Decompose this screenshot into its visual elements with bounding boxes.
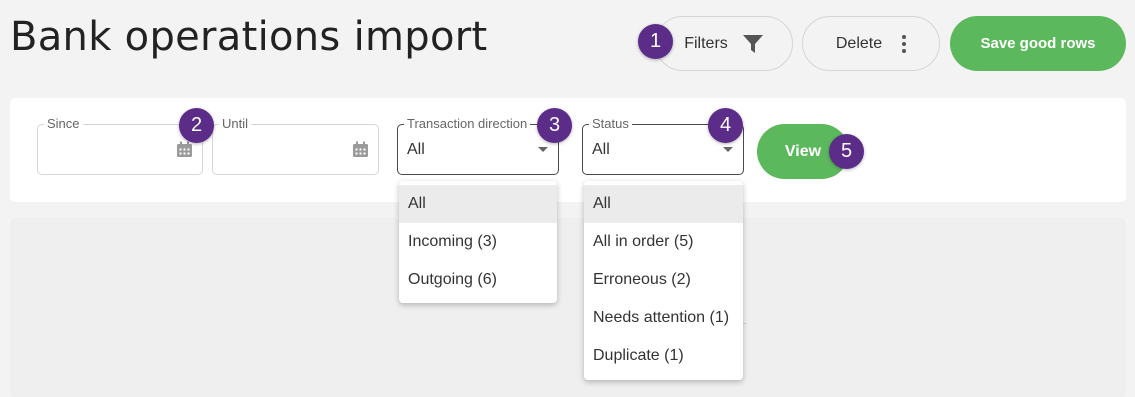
kebab-menu-icon xyxy=(902,34,907,53)
dropdown-caret-icon xyxy=(723,147,733,152)
transaction-direction-value: All xyxy=(407,141,425,158)
page: Bank operations import Filters Delete Sa… xyxy=(0,0,1135,397)
callout-marker-5: 5 xyxy=(829,134,864,169)
transaction-direction-select[interactable]: Transaction direction All xyxy=(397,116,559,175)
callout-marker-3: 3 xyxy=(537,108,572,143)
filters-button-label: Filters xyxy=(684,34,728,52)
direction-option-all[interactable]: All xyxy=(399,185,557,223)
status-option-all[interactable]: All xyxy=(584,185,743,223)
status-option-needs-attention[interactable]: Needs attention (1) xyxy=(584,299,743,337)
direction-option-incoming[interactable]: Incoming (3) xyxy=(399,223,557,261)
status-option-all-in-order[interactable]: All in order (5) xyxy=(584,223,743,261)
transaction-direction-label: Transaction direction xyxy=(404,116,531,132)
page-title: Bank operations import xyxy=(10,14,488,60)
callout-marker-1: 1 xyxy=(638,24,673,59)
calendar-icon[interactable] xyxy=(352,141,369,158)
filter-icon xyxy=(742,34,763,53)
status-option-duplicate[interactable]: Duplicate (1) xyxy=(584,337,743,375)
direction-option-outgoing[interactable]: Outgoing (6) xyxy=(399,261,557,299)
dropdown-caret-icon xyxy=(538,147,548,152)
since-label: Since xyxy=(44,116,83,132)
callout-marker-2: 2 xyxy=(179,108,214,143)
content-area xyxy=(10,218,1126,397)
status-option-erroneous[interactable]: Erroneous (2) xyxy=(584,261,743,299)
calendar-icon[interactable] xyxy=(176,141,193,158)
status-dropdown: All All in order (5) Erroneous (2) Needs… xyxy=(584,181,743,380)
transaction-direction-dropdown: All Incoming (3) Outgoing (6) xyxy=(399,181,557,303)
delete-button-label: Delete xyxy=(835,34,883,52)
filters-button[interactable]: Filters xyxy=(655,16,793,71)
status-value: All xyxy=(592,141,610,158)
save-good-rows-button[interactable]: Save good rows xyxy=(950,16,1126,71)
until-label: Until xyxy=(219,116,252,132)
since-date-field[interactable]: Since xyxy=(37,116,203,175)
callout-marker-4: 4 xyxy=(708,108,743,143)
delete-button[interactable]: Delete xyxy=(802,16,940,71)
until-date-field[interactable]: Until xyxy=(212,116,379,175)
status-label: Status xyxy=(589,116,632,132)
